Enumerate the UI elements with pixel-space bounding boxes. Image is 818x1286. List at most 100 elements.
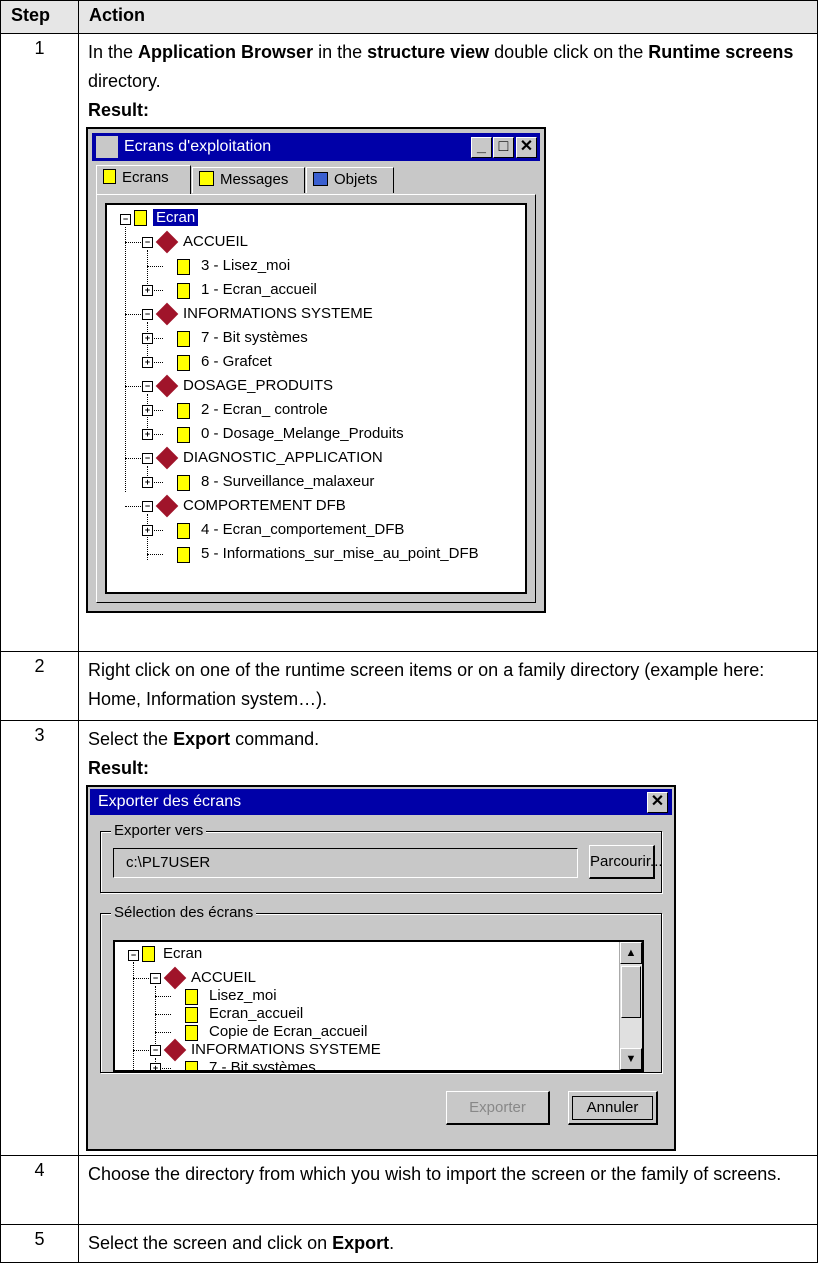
tree-screen-item[interactable]: 2 - Ecran_ controle [201, 400, 328, 420]
screen-icon [177, 283, 190, 299]
screen-icon [185, 1061, 198, 1070]
expand-toggle[interactable]: + [142, 477, 153, 488]
table-row: 3 Select the Export command. Result: Exp… [0, 720, 818, 1156]
tree-line [125, 458, 141, 459]
tree-family-item[interactable]: INFORMATIONS SYSTEME [183, 304, 373, 324]
screen-icon [177, 475, 190, 491]
screen-icon [177, 355, 190, 371]
step-action: Select the Export command. Result: Expor… [78, 720, 818, 1156]
family-book-icon [155, 494, 179, 518]
tree-screen-item[interactable]: 7 - Bit systèmes [201, 328, 308, 348]
tree-line [125, 314, 141, 315]
scroll-thumb[interactable] [621, 966, 641, 1018]
collapse-toggle[interactable]: − [142, 309, 153, 320]
browse-button[interactable]: Parcourir... [589, 845, 663, 879]
table-header-row: Step Action [0, 0, 818, 34]
export-path-field[interactable]: c:\PL7USER [113, 848, 578, 878]
expand-toggle[interactable]: + [142, 285, 153, 296]
close-button[interactable]: ✕ [647, 792, 668, 813]
tree-family-item[interactable]: ACCUEIL [191, 968, 256, 988]
screen-icon [177, 427, 190, 443]
tree-family-item[interactable]: COMPORTEMENT DFB [183, 496, 346, 516]
tree-screen-item[interactable]: 5 - Informations_sur_mise_au_point_DFB [201, 544, 479, 564]
table-row: 4 Choose the directory from which you wi… [0, 1155, 818, 1225]
tree-screen-item[interactable]: Lisez_moi [209, 986, 277, 1006]
dialog-titlebar: Exporter des écrans ✕ [90, 789, 672, 815]
table-row: 2 Right click on one of the runtime scre… [0, 651, 818, 721]
maximize-button[interactable]: □ [493, 137, 514, 158]
screen-icon [177, 259, 190, 275]
expand-toggle[interactable]: + [142, 525, 153, 536]
tree-line [125, 506, 141, 507]
screen-icon [177, 331, 190, 347]
collapse-toggle[interactable]: − [142, 381, 153, 392]
expand-toggle[interactable]: + [142, 405, 153, 416]
tab-messages[interactable]: Messages [192, 167, 305, 193]
tree-screen-item[interactable]: 1 - Ecran_accueil [201, 280, 317, 300]
tree-line [147, 266, 163, 267]
screen-icon [177, 547, 190, 563]
header-step: Step [0, 0, 79, 34]
tab-ecrans[interactable]: Ecrans [96, 165, 191, 195]
family-book-icon [155, 230, 179, 254]
tree-root[interactable]: Ecran [153, 208, 199, 228]
step-action: In the Application Browser in the struct… [78, 33, 818, 652]
close-button[interactable]: ✕ [516, 137, 537, 158]
step-3-text: Select the Export command. [88, 729, 320, 749]
collapse-toggle[interactable]: − [128, 950, 139, 961]
collapse-toggle[interactable]: − [142, 453, 153, 464]
step-action: Select the screen and click on Export. [78, 1224, 818, 1263]
expand-toggle[interactable]: + [142, 429, 153, 440]
tab-objets[interactable]: Objets [306, 167, 394, 193]
collapse-toggle[interactable]: − [120, 214, 131, 225]
cancel-button-label: Annuler [571, 1096, 654, 1120]
collapse-toggle[interactable]: − [142, 237, 153, 248]
tree-screen-item[interactable]: Copie de Ecran_accueil [209, 1022, 367, 1042]
step-number: 5 [0, 1224, 79, 1263]
tree-family-item[interactable]: INFORMATIONS SYSTEME [191, 1040, 381, 1060]
tree-screen-item[interactable]: 6 - Grafcet [201, 352, 272, 372]
tree-screen-item[interactable]: Ecran_accueil [209, 1004, 303, 1024]
window-title: Ecrans d'exploitation [124, 138, 272, 155]
tree-screen-item[interactable]: 4 - Ecran_comportement_DFB [201, 520, 404, 540]
cancel-button[interactable]: Annuler [568, 1091, 658, 1125]
tree-line [155, 996, 171, 997]
tree-family-item[interactable]: DOSAGE_PRODUITS [183, 376, 333, 396]
export-button[interactable]: Exporter [446, 1091, 550, 1125]
expand-toggle[interactable]: + [142, 333, 153, 344]
table-row: 5 Select the screen and click on Export. [0, 1224, 818, 1263]
expand-toggle[interactable]: + [142, 357, 153, 368]
runtime-screens-window: Ecrans d'exploitation _ □ ✕ Ecrans Messa… [86, 127, 546, 613]
family-book-icon [155, 374, 179, 398]
screens-tab-icon [103, 169, 116, 184]
tree-family-item[interactable]: DIAGNOSTIC_APPLICATION [183, 448, 383, 468]
tree-screen-item[interactable]: 3 - Lisez_moi [201, 256, 290, 276]
step-number: 3 [0, 720, 79, 1156]
tree-screen-item[interactable]: 0 - Dosage_Melange_Produits [201, 424, 404, 444]
screen-selection-label: Sélection des écrans [111, 903, 257, 923]
collapse-toggle[interactable]: − [150, 1045, 161, 1056]
family-book-icon [163, 1038, 187, 1062]
expand-toggle[interactable]: + [150, 1063, 161, 1070]
tree-screen-item[interactable]: 7 - Bit systèmes [209, 1058, 316, 1070]
collapse-toggle[interactable]: − [142, 501, 153, 512]
vertical-scrollbar[interactable]: ▲ ▼ [619, 942, 642, 1070]
scroll-up-button[interactable]: ▲ [620, 942, 642, 964]
family-book-icon [155, 302, 179, 326]
tree-screen-item[interactable]: 8 - Surveillance_malaxeur [201, 472, 374, 492]
tree-line [155, 1032, 171, 1033]
minimize-button[interactable]: _ [471, 137, 492, 158]
tree-line [133, 978, 149, 979]
family-book-icon [155, 446, 179, 470]
tree-family-item[interactable]: ACCUEIL [183, 232, 248, 252]
header-action: Action [78, 0, 818, 34]
collapse-toggle[interactable]: − [150, 973, 161, 984]
screen-icon [185, 1007, 198, 1023]
export-to-label: Exporter vers [111, 821, 207, 841]
family-book-icon [163, 966, 187, 990]
scroll-down-button[interactable]: ▼ [620, 1048, 642, 1070]
root-screens-icon [142, 946, 155, 962]
tree-root[interactable]: Ecran [163, 944, 202, 964]
system-menu-icon[interactable] [96, 136, 118, 158]
tree-line [155, 1014, 171, 1015]
